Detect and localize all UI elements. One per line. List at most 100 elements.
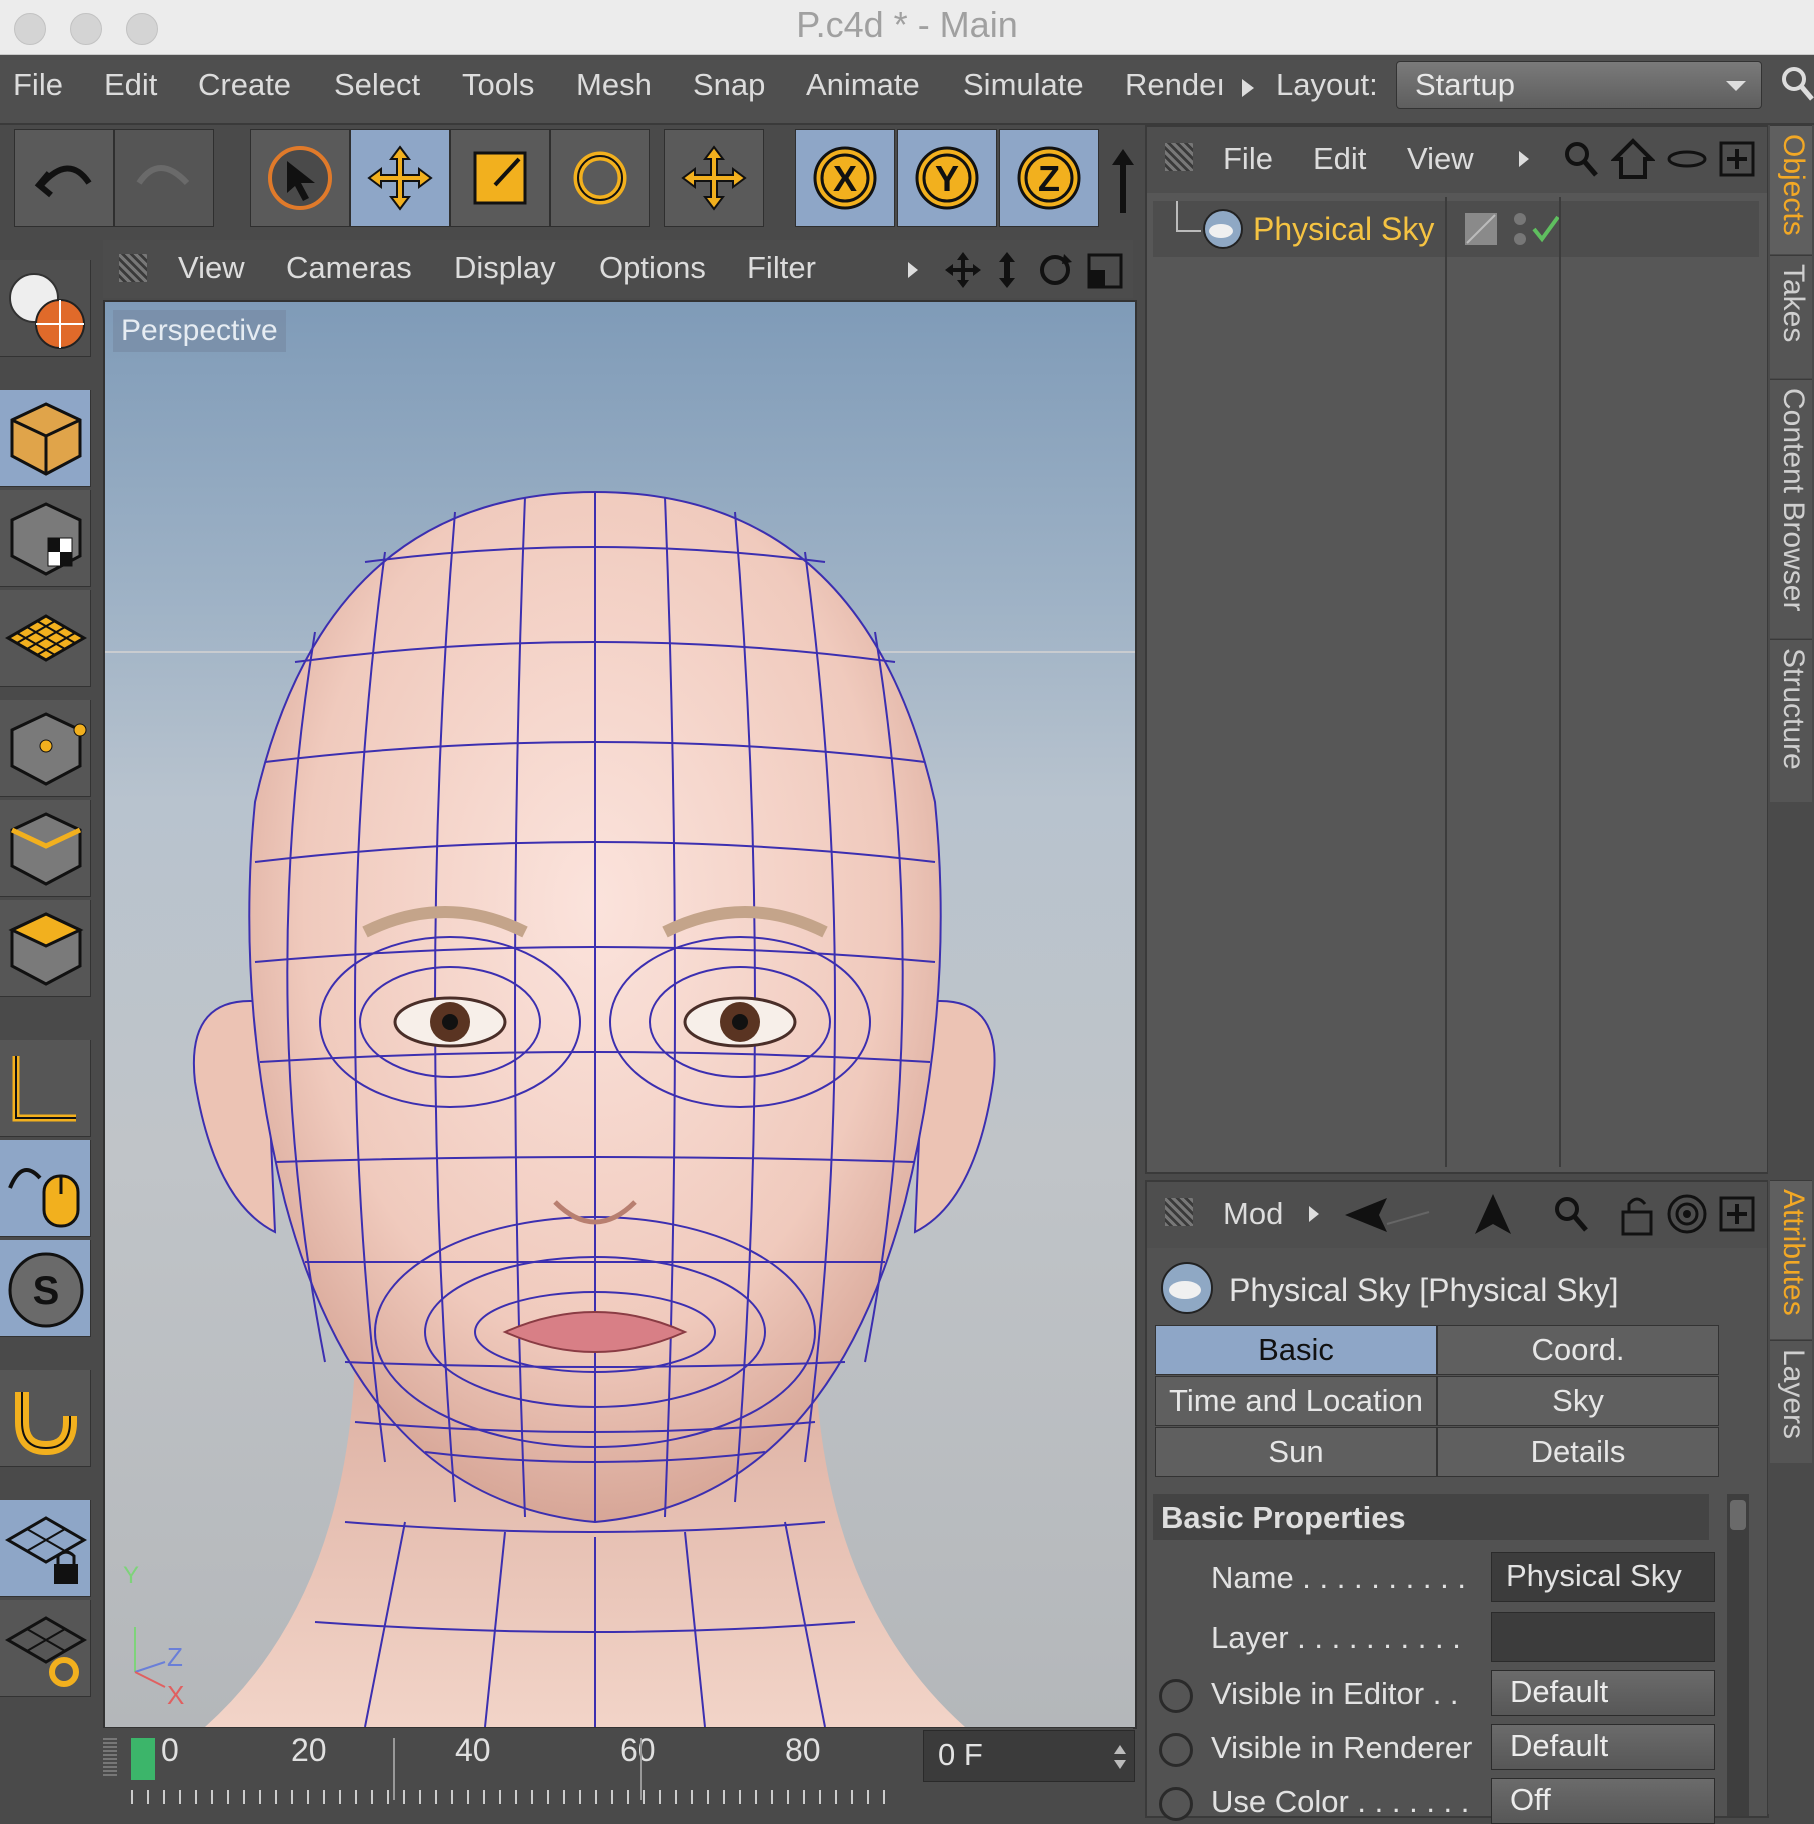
viewport-menu-display[interactable]: Display	[454, 250, 556, 286]
object-name[interactable]: Physical Sky	[1253, 211, 1434, 248]
viewport-overflow-arrow-icon[interactable]	[906, 260, 920, 280]
tab-coord[interactable]: Coord.	[1437, 1325, 1719, 1375]
tab-sun[interactable]: Sun	[1155, 1427, 1437, 1477]
scrollbar[interactable]	[1727, 1494, 1749, 1816]
attributes-overflow-arrow-icon[interactable]	[1307, 1204, 1321, 1224]
rotate-tool-button[interactable]	[550, 129, 650, 227]
visible-in-editor-radio[interactable]	[1159, 1679, 1193, 1713]
solo-button[interactable]: S	[0, 1240, 91, 1337]
z-axis-lock-button[interactable]: Z	[999, 129, 1099, 227]
use-color-dropdown[interactable]: Off	[1491, 1778, 1715, 1824]
workplane-align-button[interactable]	[0, 1600, 91, 1697]
coordinate-system-icon[interactable]	[1108, 147, 1138, 217]
tab-basic[interactable]: Basic	[1155, 1325, 1437, 1375]
tab-attributes[interactable]: Attributes	[1770, 1180, 1812, 1339]
current-frame-field[interactable]: 0 F	[923, 1730, 1135, 1782]
scale-tool-button[interactable]	[450, 129, 550, 227]
menu-select[interactable]: Select	[334, 67, 420, 103]
search-icon[interactable]	[1780, 65, 1814, 105]
polygons-mode-button[interactable]	[0, 900, 91, 997]
menu-simulate[interactable]: Simulate	[963, 67, 1084, 103]
viewport-menu-filter[interactable]: Filter	[747, 250, 816, 286]
undo-button[interactable]	[14, 129, 114, 227]
y-axis-lock-button[interactable]: Y	[897, 129, 997, 227]
panel-grip-icon[interactable]	[119, 254, 147, 282]
tab-layers[interactable]: Layers	[1770, 1340, 1812, 1463]
timeline-grip[interactable]	[103, 1738, 117, 1778]
tag-slot-icon[interactable]	[1463, 211, 1499, 247]
menu-animate[interactable]: Animate	[806, 67, 920, 103]
menu-render[interactable]: Rendeı	[1125, 67, 1225, 103]
tweak-mode-button[interactable]	[0, 1140, 91, 1237]
visible-in-renderer-dropdown[interactable]: Default	[1491, 1724, 1715, 1770]
visible-in-renderer-radio[interactable]	[1159, 1733, 1193, 1767]
texture-mode-button[interactable]	[0, 490, 91, 587]
objects-menu-view[interactable]: View	[1407, 141, 1474, 177]
timeline[interactable]: 0 20 40 60 80 0 F	[103, 1728, 1135, 1814]
target-icon[interactable]	[1665, 1192, 1709, 1236]
visibility-dots-icon[interactable]	[1509, 207, 1531, 251]
move-tool-button[interactable]	[350, 129, 450, 227]
menu-file[interactable]: File	[13, 67, 63, 103]
use-color-radio[interactable]	[1159, 1787, 1193, 1821]
model-mode-button[interactable]	[0, 390, 91, 487]
scrollbar-thumb[interactable]	[1730, 1500, 1746, 1530]
lock-icon[interactable]	[1617, 1192, 1657, 1236]
tab-objects[interactable]: Objects	[1770, 125, 1812, 254]
objects-menu-file[interactable]: File	[1223, 141, 1273, 177]
pan-view-icon[interactable]	[943, 250, 983, 290]
menu-edit[interactable]: Edit	[104, 67, 157, 103]
snap-button[interactable]	[0, 1370, 91, 1467]
axis-mode-button[interactable]	[0, 1040, 91, 1137]
eye-icon[interactable]	[1667, 147, 1707, 171]
viewport-3d[interactable]: Perspective Y Z X	[103, 300, 1137, 1729]
zoom-view-icon[interactable]	[991, 250, 1023, 290]
viewport-menu-view[interactable]: View	[178, 250, 245, 286]
menu-overflow-arrow-icon[interactable]	[1240, 77, 1256, 99]
tab-structure[interactable]: Structure	[1770, 639, 1812, 802]
x-axis-lock-button[interactable]: X	[795, 129, 895, 227]
new-panel-icon[interactable]	[1717, 1194, 1757, 1234]
make-editable-button[interactable]	[0, 260, 91, 357]
name-field[interactable]: Physical Sky	[1491, 1552, 1715, 1602]
toggle-view-icon[interactable]	[1086, 250, 1124, 290]
panel-grip-icon[interactable]	[1165, 1198, 1193, 1226]
tab-details[interactable]: Details	[1437, 1427, 1719, 1477]
lock-workplane-button[interactable]	[0, 1500, 91, 1597]
search-icon[interactable]	[1552, 1194, 1590, 1236]
menu-create[interactable]: Create	[198, 67, 291, 103]
layout-dropdown[interactable]: Startup	[1396, 61, 1762, 109]
menu-mesh[interactable]: Mesh	[576, 67, 652, 103]
stepper-arrows-icon[interactable]	[1112, 1743, 1128, 1771]
home-icon[interactable]	[1611, 137, 1655, 181]
search-icon[interactable]	[1562, 139, 1600, 181]
tab-takes[interactable]: Takes	[1770, 255, 1812, 378]
edges-mode-button[interactable]	[0, 800, 91, 897]
new-panel-icon[interactable]	[1717, 139, 1757, 179]
object-row-physical-sky[interactable]: Physical Sky	[1153, 201, 1759, 257]
back-arrow-icon[interactable]	[1343, 1194, 1433, 1236]
objects-menu-edit[interactable]: Edit	[1313, 141, 1366, 177]
live-selection-button[interactable]	[250, 129, 350, 227]
tab-content-browser[interactable]: Content Browser	[1770, 379, 1812, 638]
viewport-menu-options[interactable]: Options	[599, 250, 706, 286]
tab-time-and-location[interactable]: Time and Location	[1155, 1376, 1437, 1426]
workplane-mode-button[interactable]	[0, 590, 91, 687]
transform-tool-button[interactable]	[664, 129, 764, 227]
playhead[interactable]	[131, 1738, 155, 1780]
section-header[interactable]: Basic Properties	[1153, 1494, 1709, 1540]
menu-snap[interactable]: Snap	[693, 67, 765, 103]
menu-tools[interactable]: Tools	[462, 67, 534, 103]
objects-overflow-arrow-icon[interactable]	[1517, 149, 1531, 169]
points-mode-button[interactable]	[0, 700, 91, 797]
tab-sky[interactable]: Sky	[1437, 1376, 1719, 1426]
layer-field[interactable]	[1491, 1612, 1715, 1662]
attributes-menu-mode[interactable]: Mod	[1223, 1196, 1283, 1232]
redo-button[interactable]	[114, 129, 214, 227]
viewport-menu-cameras[interactable]: Cameras	[286, 250, 412, 286]
rotate-view-icon[interactable]	[1036, 250, 1074, 290]
enabled-check-icon[interactable]	[1531, 213, 1561, 245]
visible-in-editor-dropdown[interactable]: Default	[1491, 1670, 1715, 1716]
panel-grip-icon[interactable]	[1165, 143, 1193, 171]
up-arrow-icon[interactable]	[1471, 1192, 1515, 1236]
